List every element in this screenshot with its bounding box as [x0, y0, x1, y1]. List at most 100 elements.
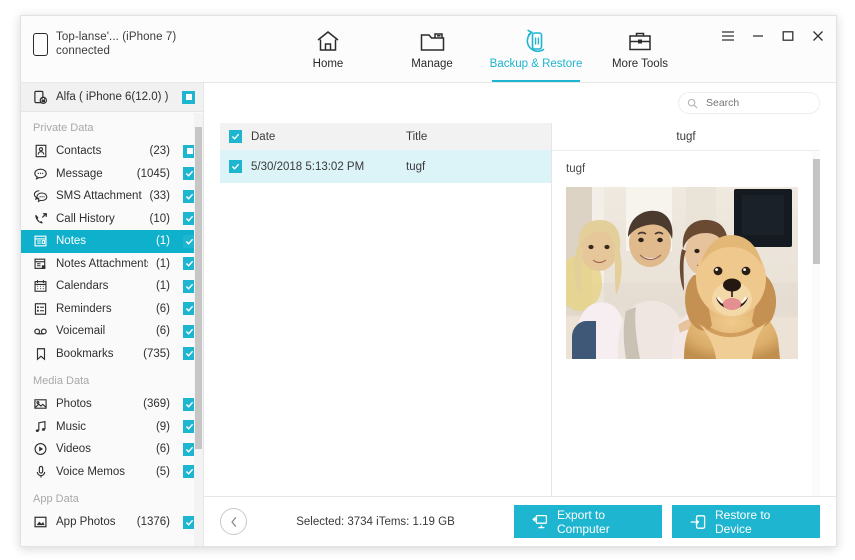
call-history-icon [33, 211, 48, 226]
row-checkbox[interactable] [229, 160, 242, 173]
connected-device-chip[interactable]: Top-lanse'... (iPhone 7) connected [33, 30, 176, 58]
sidebar-backup-device-row[interactable]: Alfa ( iPhone 6(12.0) ) [21, 83, 203, 112]
sidebar-item-voicemail[interactable]: Voicemail (6) [21, 320, 203, 343]
selection-summary: Selected: 3734 iTems: 1.19 GB [296, 515, 455, 528]
connected-device-label: Top-lanse'... (iPhone 7) connected [56, 30, 176, 58]
action-footer: Selected: 3734 iTems: 1.19 GB Export to … [204, 496, 836, 546]
sidebar-item-sms-attachments[interactable]: SMS Attachments (33) [21, 185, 203, 208]
select-all-checkbox[interactable] [229, 130, 242, 143]
sidebar-group-media-data: Media Data [33, 375, 90, 387]
sidebar-item-contacts[interactable]: Contacts (23) [21, 140, 203, 163]
connected-device-line2: connected [56, 45, 110, 57]
sidebar-scrollbar-thumb[interactable] [195, 127, 202, 449]
table-row[interactable]: 5/30/2018 5:13:02 PM tugf [220, 150, 551, 183]
restore-to-device-icon [690, 514, 706, 530]
sidebar-item-app-photos-count: (1376) [136, 516, 170, 529]
sidebar-backup-device-label: Alfa ( iPhone 6(12.0) ) [56, 91, 169, 103]
tab-more-tools[interactable]: More Tools [588, 16, 692, 82]
content-toolbar [204, 83, 836, 123]
sidebar-item-calendars[interactable]: Calendars (1) [21, 275, 203, 298]
sidebar-item-sms-attachments-count: (33) [149, 190, 170, 203]
app-root: Top-lanse'... (iPhone 7) connected Home [0, 0, 855, 560]
sidebar-item-voice-memos-count: (5) [155, 465, 170, 478]
menu-icon[interactable] [720, 28, 736, 44]
tab-home-label: Home [312, 58, 344, 70]
search-icon [687, 98, 698, 109]
preview-scrollbar[interactable] [812, 151, 820, 496]
videos-icon [33, 442, 48, 457]
sidebar-group-app-data: App Data [33, 493, 79, 505]
sidebar-item-bookmarks-label: Bookmarks [56, 347, 114, 360]
sidebar-item-message[interactable]: Message (1045) [21, 163, 203, 186]
restore-to-device-label: Restore to Device [715, 507, 771, 536]
sidebar-backup-device-checkbox[interactable] [182, 90, 195, 104]
sidebar-item-call-history[interactable]: Call History (10) [21, 208, 203, 231]
connected-device-line1: Top-lanse'... (iPhone 7) [56, 31, 177, 43]
preview-note-title: tugf [566, 163, 586, 175]
maximize-icon[interactable] [780, 28, 796, 44]
sidebar-group-private-data: Private Data [33, 122, 94, 134]
sidebar-item-bookmarks-count: (735) [143, 347, 170, 360]
preview-scrollbar-thumb[interactable] [813, 159, 820, 264]
sidebar-item-notes-attachments[interactable]: Notes Attachments (1) [21, 253, 203, 276]
sidebar-item-photos[interactable]: Photos (369) [21, 393, 203, 416]
content-panes: Date Title 5/30/2018 5:13:02 PM tugf tug… [204, 123, 836, 496]
close-icon[interactable] [810, 28, 826, 44]
export-to-computer-button[interactable]: Export to Computer [514, 505, 662, 538]
sidebar-item-voicemail-count: (6) [155, 325, 170, 338]
sidebar-item-voicemail-label: Voicemail [56, 325, 106, 338]
tab-more-tools-label: More Tools [611, 58, 669, 70]
sidebar-item-videos-count: (6) [155, 443, 170, 456]
notes-icon [33, 234, 48, 249]
back-button[interactable] [220, 508, 247, 535]
sidebar-item-calendars-count: (1) [155, 280, 170, 293]
toolbox-icon [628, 27, 652, 55]
sidebar-item-voice-memos[interactable]: Voice Memos (5) [21, 461, 203, 484]
restore-to-device-button[interactable]: Restore to Device [672, 505, 820, 538]
minimize-icon[interactable] [750, 28, 766, 44]
sidebar-item-call-history-count: (10) [149, 212, 170, 225]
sidebar-item-message-label: Message [56, 167, 103, 180]
sidebar-item-notes-label: Notes [56, 235, 87, 248]
sidebar-item-music-count: (9) [155, 420, 170, 433]
folder-icon [420, 27, 445, 55]
notes-list-pane: Date Title 5/30/2018 5:13:02 PM tugf [220, 123, 552, 496]
sidebar-scrollbar[interactable] [194, 113, 203, 546]
note-preview-pane: tugf tugf [552, 123, 820, 496]
backup-restore-icon [523, 27, 549, 55]
sidebar-item-reminders[interactable]: Reminders (6) [21, 298, 203, 321]
sidebar-item-notes-attachments-count: (1) [155, 257, 170, 270]
backup-device-icon [33, 90, 48, 105]
sidebar-item-notes-attachments-label: Notes Attachments [56, 257, 148, 270]
column-header-title[interactable]: Title [406, 131, 551, 143]
sidebar-item-music-label: Music [56, 420, 87, 433]
chevron-left-icon [229, 516, 239, 528]
preview-photo [566, 187, 798, 359]
row-date: 5/30/2018 5:13:02 PM [251, 160, 365, 173]
app-photos-icon [33, 515, 48, 530]
title-bar: Top-lanse'... (iPhone 7) connected Home [21, 16, 836, 83]
search-box[interactable] [678, 92, 820, 114]
tab-manage[interactable]: Manage [380, 16, 484, 82]
sidebar-item-notes[interactable]: Notes (1) [21, 230, 203, 253]
phone-icon [33, 33, 48, 56]
bookmark-icon [33, 346, 48, 361]
voicemail-icon [33, 324, 48, 339]
notes-list-empty-area [220, 183, 551, 496]
search-input[interactable] [704, 96, 811, 110]
sidebar-item-videos-label: Videos [56, 443, 91, 456]
tab-backup-and-restore[interactable]: Backup & Restore [484, 16, 588, 82]
sidebar-item-notes-count: (1) [155, 235, 170, 248]
sidebar-item-message-count: (1045) [136, 167, 170, 180]
tab-home[interactable]: Home [276, 16, 380, 82]
sidebar-item-photos-label: Photos [56, 398, 92, 411]
notes-list-header: Date Title [220, 123, 551, 150]
sidebar-item-app-photos[interactable]: App Photos (1376) [21, 511, 203, 534]
sidebar-item-bookmarks[interactable]: Bookmarks (735) [21, 343, 203, 366]
column-header-date[interactable]: Date [251, 131, 406, 143]
export-to-computer-icon [532, 514, 548, 530]
sidebar-item-videos[interactable]: Videos (6) [21, 438, 203, 461]
sidebar-item-music[interactable]: Music (9) [21, 416, 203, 439]
sidebar-list: Private Data Contacts (23) Message (1045… [21, 112, 203, 546]
sidebar-item-contacts-count: (23) [149, 145, 170, 158]
